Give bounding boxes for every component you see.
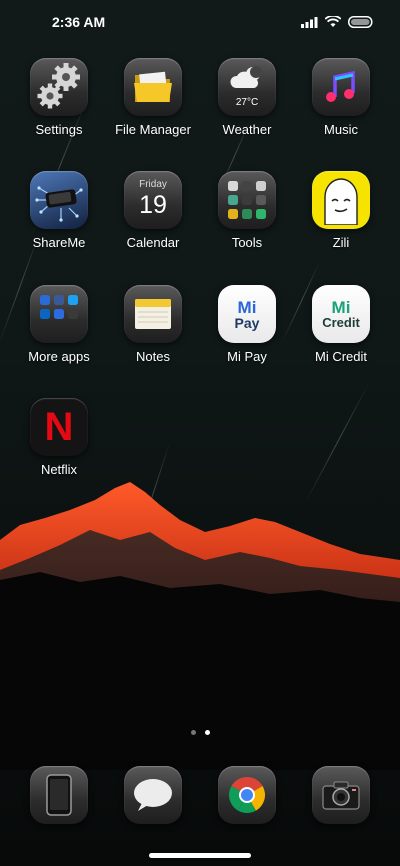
netflix-logo: N xyxy=(44,404,74,449)
app-label: More apps xyxy=(28,349,90,364)
app-label: Notes xyxy=(136,349,170,364)
chrome-icon xyxy=(218,766,276,824)
mi-pay-icon: Mi Pay xyxy=(218,285,276,343)
battery-icon xyxy=(348,16,373,28)
app-music[interactable]: Music xyxy=(294,58,388,137)
signal-icon xyxy=(301,16,318,28)
page-dot[interactable] xyxy=(190,730,196,735)
app-file-manager[interactable]: File Manager xyxy=(106,58,200,137)
wifi-icon xyxy=(325,16,341,27)
status-time: 2:36 AM xyxy=(52,14,106,30)
camera-icon xyxy=(312,766,370,824)
mi-credit-icon: Mi Credit xyxy=(312,285,370,343)
app-label: Mi Pay xyxy=(227,349,267,364)
app-mi-pay[interactable]: Mi Pay Mi Pay xyxy=(200,285,294,364)
dock-camera[interactable] xyxy=(294,766,388,824)
folder-icon xyxy=(124,58,182,116)
app-label: Mi Credit xyxy=(314,349,367,364)
app-label: Netflix xyxy=(40,462,78,477)
app-label: Settings xyxy=(35,122,83,137)
app-notes[interactable]: Notes xyxy=(106,285,200,364)
calendar-date: 19 xyxy=(139,191,167,219)
home-indicator[interactable] xyxy=(149,853,251,858)
netflix-icon: N xyxy=(30,398,88,456)
app-mi-credit[interactable]: Mi Credit Mi Credit xyxy=(294,285,388,364)
zili-icon xyxy=(312,171,370,229)
status-bar: 2:36 AM xyxy=(0,0,400,44)
calendar-day: Friday xyxy=(139,179,167,190)
phone-icon xyxy=(30,766,88,824)
tools-folder-icon xyxy=(218,171,276,229)
app-label: Tools xyxy=(231,235,263,250)
app-weather[interactable]: 27°C Weather xyxy=(200,58,294,137)
mi-credit-logo-mi: Mi xyxy=(331,297,351,317)
gears-icon xyxy=(30,58,88,116)
dock-browser[interactable] xyxy=(200,766,294,824)
app-label: Weather xyxy=(222,122,272,137)
cloud-moon-icon: 27°C xyxy=(218,58,276,116)
message-bubble-icon xyxy=(124,766,182,824)
app-label: Zili xyxy=(332,235,350,250)
app-label: ShareMe xyxy=(32,235,86,250)
page-dot-active[interactable] xyxy=(204,730,210,735)
app-label: File Manager xyxy=(115,122,191,137)
calendar-icon: Friday 19 xyxy=(124,171,182,229)
music-note-icon xyxy=(312,58,370,116)
app-label: Calendar xyxy=(126,235,180,250)
app-zili[interactable]: Zili xyxy=(294,171,388,250)
dock-messages[interactable] xyxy=(106,766,200,824)
app-netflix[interactable]: N Netflix xyxy=(12,398,106,477)
mi-pay-logo-pay: Pay xyxy=(234,314,260,331)
dock-phone[interactable] xyxy=(12,766,106,824)
notes-icon xyxy=(124,285,182,343)
mi-pay-logo-mi: Mi xyxy=(237,297,257,317)
app-label: Music xyxy=(324,122,358,137)
app-settings[interactable]: Settings xyxy=(12,58,106,137)
app-tools[interactable]: Tools xyxy=(200,171,294,250)
weather-temperature: 27°C xyxy=(235,97,259,108)
app-more-apps[interactable]: More apps xyxy=(12,285,106,364)
mountain-image xyxy=(0,482,400,770)
page-indicator xyxy=(0,730,400,735)
mi-credit-logo-credit: Credit xyxy=(322,314,360,330)
app-shareme[interactable]: ShareMe xyxy=(12,171,106,250)
app-calendar[interactable]: Friday 19 Calendar xyxy=(106,171,200,250)
shareme-icon xyxy=(30,171,88,229)
more-apps-folder-icon xyxy=(30,285,88,343)
